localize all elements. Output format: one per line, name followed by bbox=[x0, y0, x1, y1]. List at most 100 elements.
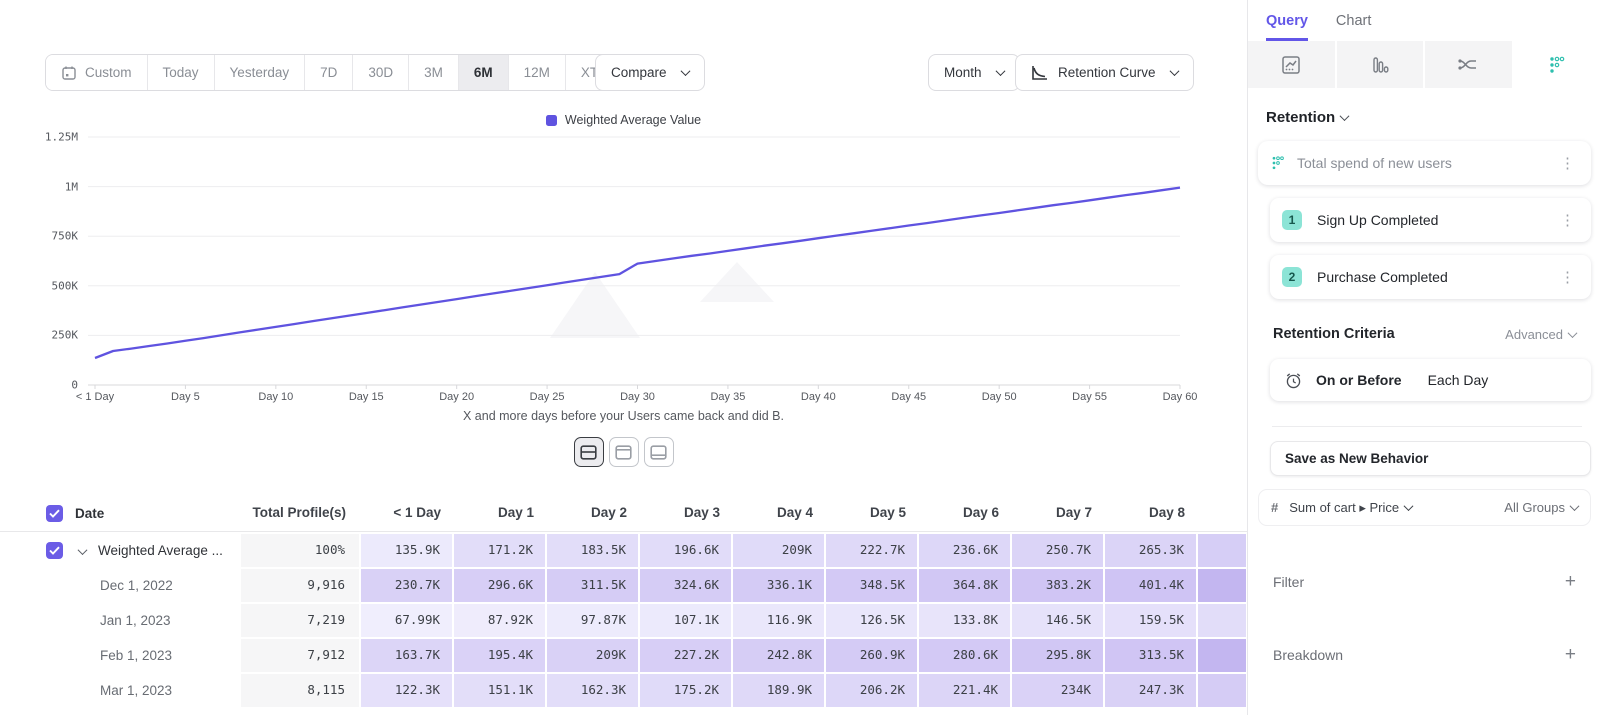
main-content: CustomTodayYesterday7D30D3M6M12MXTD Comp… bbox=[0, 0, 1247, 715]
x-tick-label: Day 30 bbox=[620, 391, 655, 403]
retention-value-cell: 87.92K bbox=[453, 603, 546, 638]
row-checkbox[interactable] bbox=[46, 542, 63, 559]
partial-day9-cell bbox=[1197, 533, 1247, 568]
criteria-condition-card: On or Before Each Day bbox=[1270, 359, 1591, 401]
report-type-insights[interactable] bbox=[1248, 41, 1335, 88]
retention-value-cell: 250.7K bbox=[1011, 533, 1104, 568]
retention-value-cell: 221.4K bbox=[918, 673, 1011, 708]
step-number-badge: 1 bbox=[1282, 210, 1302, 230]
retention-section-label: Retention bbox=[1266, 109, 1335, 126]
retention-value-cell: 295.8K bbox=[1011, 638, 1104, 673]
header-day5: Day 5 bbox=[825, 496, 918, 531]
report-type-retention[interactable] bbox=[1514, 41, 1600, 88]
partial-day9-cell bbox=[1197, 568, 1247, 603]
row-date-cell: Mar 1, 2023 bbox=[0, 673, 240, 708]
numeric-property-icon: # bbox=[1271, 500, 1278, 515]
retention-value-cell: 175.2K bbox=[639, 673, 732, 708]
retention-value-cell: 97.87K bbox=[546, 603, 639, 638]
tab-chart[interactable]: Chart bbox=[1336, 13, 1371, 41]
retention-value-cell: 146.5K bbox=[1011, 603, 1104, 638]
retention-value-cell: 162.3K bbox=[546, 673, 639, 708]
step-card-1[interactable]: 1 Sign Up Completed ⋮ bbox=[1270, 198, 1591, 242]
row-expand-chevron[interactable] bbox=[79, 542, 86, 560]
header-day7: Day 7 bbox=[1011, 496, 1104, 531]
retention-value-cell: 133.8K bbox=[918, 603, 1011, 638]
table-row: Jan 1, 20237,21967.99K87.92K97.87K107.1K… bbox=[0, 603, 1247, 638]
retention-value-cell: 311.5K bbox=[546, 568, 639, 603]
tab-query[interactable]: Query bbox=[1266, 13, 1308, 41]
divider bbox=[1272, 426, 1582, 427]
report-type-funnels[interactable] bbox=[1337, 41, 1424, 88]
kebab-menu-icon[interactable]: ⋮ bbox=[1556, 154, 1579, 172]
y-tick-label: 250K bbox=[18, 329, 78, 342]
advanced-dropdown[interactable]: Advanced bbox=[1505, 327, 1576, 342]
retention-value-cell: 313.5K bbox=[1104, 638, 1197, 673]
retention-line-chart bbox=[0, 0, 1247, 430]
retention-value-cell: 222.7K bbox=[825, 533, 918, 568]
y-tick-label: 1M bbox=[18, 180, 78, 193]
retention-value-cell: 348.5K bbox=[825, 568, 918, 603]
table-row: Mar 1, 2023 8,115122.3K151.1K162.3K175.2K… bbox=[0, 673, 1247, 708]
retention-value-cell: 206.2K bbox=[825, 673, 918, 708]
retention-value-cell: 116.9K bbox=[732, 603, 825, 638]
row-date-cell: Weighted Average ... bbox=[0, 533, 240, 568]
retention-value-cell: 401.4K bbox=[1104, 568, 1197, 603]
retention-value-cell: 364.8K bbox=[918, 568, 1011, 603]
add-filter-button[interactable]: + bbox=[1565, 572, 1576, 591]
retention-value-cell: 324.6K bbox=[639, 568, 732, 603]
behavior-card[interactable]: Total spend of new users ⋮ bbox=[1258, 141, 1591, 185]
header-day1: Day 1 bbox=[453, 496, 546, 531]
select-all-checkbox[interactable] bbox=[46, 505, 63, 522]
x-tick-label: < 1 Day bbox=[76, 391, 114, 403]
layout-toggle-split-view[interactable] bbox=[574, 437, 604, 467]
retention-value-cell: 230.7K bbox=[360, 568, 453, 603]
header-date-label: Date bbox=[75, 506, 104, 521]
retention-value-cell: 227.2K bbox=[639, 638, 732, 673]
total-profiles-cell: 100% bbox=[240, 533, 360, 568]
row-date-label: Mar 1, 2023 bbox=[0, 683, 172, 698]
breakdown-section: Breakdown + bbox=[1273, 645, 1576, 664]
groups-dropdown[interactable]: All Groups bbox=[1504, 500, 1578, 515]
check-icon bbox=[49, 509, 60, 518]
header-day2: Day 2 bbox=[546, 496, 639, 531]
retention-value-cell: 163.7K bbox=[360, 638, 453, 673]
retention-value-cell: 107.1K bbox=[639, 603, 732, 638]
kebab-menu-icon[interactable]: ⋮ bbox=[1556, 268, 1579, 286]
report-type-flows[interactable] bbox=[1425, 41, 1512, 88]
funnels-icon bbox=[1370, 55, 1390, 75]
step-card-2[interactable]: 2 Purchase Completed ⋮ bbox=[1270, 255, 1591, 299]
x-tick-label: Day 40 bbox=[801, 391, 836, 403]
row-date-cell: Dec 1, 2022 bbox=[0, 568, 240, 603]
row-date-label: Feb 1, 2023 bbox=[0, 648, 172, 663]
measure-row: # Sum of cart ▸ Price All Groups bbox=[1258, 489, 1591, 526]
sidebar-tabs: Query Chart bbox=[1248, 0, 1600, 41]
total-profiles-cell: 7,219 bbox=[240, 603, 360, 638]
layout-toggle-chart-top-view[interactable] bbox=[609, 437, 639, 467]
y-tick-label: 500K bbox=[18, 279, 78, 292]
y-tick-label: 0 bbox=[18, 379, 78, 392]
retention-value-cell: 122.3K bbox=[360, 673, 453, 708]
retention-value-cell: 135.9K bbox=[360, 533, 453, 568]
retention-value-cell: 195.4K bbox=[453, 638, 546, 673]
header-date-cell: Date bbox=[0, 496, 240, 531]
save-as-new-behavior-button[interactable]: Save as New Behavior bbox=[1270, 441, 1591, 476]
retention-value-cell: 209K bbox=[732, 533, 825, 568]
header-1day: < 1 Day bbox=[360, 496, 453, 531]
measure-property-dropdown[interactable]: Sum of cart ▸ Price bbox=[1289, 500, 1412, 516]
add-breakdown-button[interactable]: + bbox=[1565, 645, 1576, 664]
table-top-view-icon bbox=[650, 445, 667, 460]
y-tick-label: 750K bbox=[18, 230, 78, 243]
condition-dropdown[interactable]: On or Before bbox=[1316, 372, 1402, 388]
behavior-retention-icon bbox=[1270, 155, 1286, 171]
retention-section-header[interactable]: Retention bbox=[1266, 109, 1600, 126]
retention-value-cell: 151.1K bbox=[453, 673, 546, 708]
retention-value-cell: 236.6K bbox=[918, 533, 1011, 568]
kebab-menu-icon[interactable]: ⋮ bbox=[1556, 211, 1579, 229]
y-tick-label: 1.25M bbox=[18, 131, 78, 144]
header-day3: Day 3 bbox=[639, 496, 732, 531]
retention-report-app: CustomTodayYesterday7D30D3M6M12MXTD Comp… bbox=[0, 0, 1600, 715]
retention-criteria-row: Retention Criteria Advanced bbox=[1273, 326, 1576, 342]
window-dropdown[interactable]: Each Day bbox=[1428, 372, 1489, 388]
total-profiles-cell: 8,115 bbox=[240, 673, 360, 708]
layout-toggle-table-top-view[interactable] bbox=[644, 437, 674, 467]
